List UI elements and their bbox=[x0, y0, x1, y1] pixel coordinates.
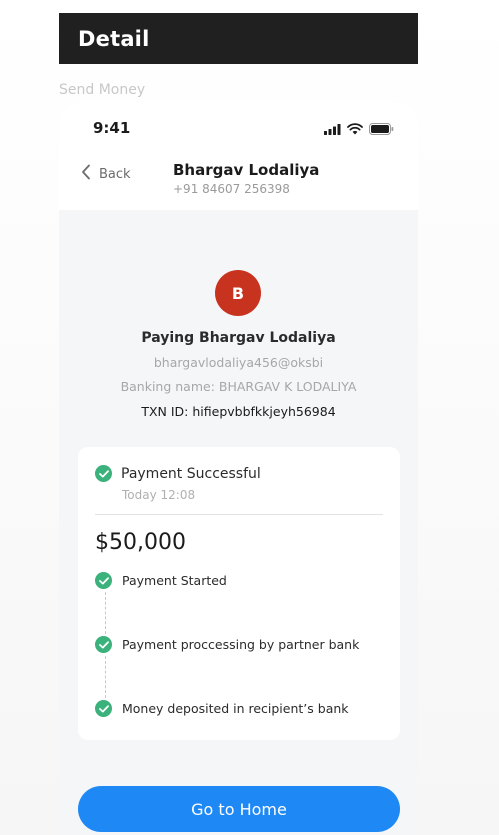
chevron-left-icon bbox=[81, 164, 91, 184]
avatar: B bbox=[215, 270, 261, 316]
timeline-step: Payment Started bbox=[95, 572, 227, 589]
upi-id: bhargavlodaliya456@oksbi bbox=[153, 355, 324, 370]
phone-screen: 9:41 Back Bhargav Lodaliya +91 84607 256… bbox=[59, 102, 418, 835]
timeline-connector bbox=[105, 656, 106, 698]
timeline-step: Money deposited in recipient’s bank bbox=[95, 700, 349, 717]
signal-icon bbox=[324, 120, 341, 139]
back-button[interactable]: Back bbox=[81, 164, 131, 184]
payment-status-time: Today 12:08 bbox=[122, 488, 196, 502]
header-bar: Detail bbox=[59, 13, 418, 64]
check-circle-icon bbox=[95, 700, 112, 717]
banking-name: Banking name: BHARGAV K LODALIYA bbox=[120, 379, 357, 394]
contact-name: Bhargav Lodaliya bbox=[173, 161, 320, 179]
check-circle-icon bbox=[95, 572, 112, 589]
wifi-icon bbox=[347, 120, 363, 139]
payment-status-row: Payment Successful bbox=[95, 465, 261, 482]
timeline-connector bbox=[105, 592, 106, 634]
back-label: Back bbox=[99, 166, 131, 182]
divider bbox=[95, 514, 383, 515]
payment-amount: $50,000 bbox=[95, 530, 186, 555]
timeline-step-label: Payment proccessing by partner bank bbox=[122, 637, 360, 652]
status-bar-icons bbox=[324, 120, 394, 139]
transaction-id: TXN ID: hifiepvbbfkkjeyh56984 bbox=[141, 404, 336, 419]
payment-status-label: Payment Successful bbox=[121, 465, 261, 482]
page-title: Detail bbox=[78, 26, 150, 51]
timeline-step-label: Money deposited in recipient’s bank bbox=[122, 701, 349, 716]
status-bar-time: 9:41 bbox=[93, 119, 131, 137]
battery-icon bbox=[369, 120, 394, 139]
check-circle-icon bbox=[95, 636, 112, 653]
paying-text: Paying Bhargav Lodaliya bbox=[141, 330, 336, 346]
section-label: Send Money bbox=[59, 82, 146, 98]
contact-phone: +91 84607 256398 bbox=[173, 182, 290, 196]
timeline-step-label: Payment Started bbox=[122, 573, 227, 588]
timeline-step: Payment proccessing by partner bank bbox=[95, 636, 359, 653]
payment-status-card: Payment Successful Today 12:08 $50,000 P… bbox=[78, 447, 400, 740]
go-to-home-button[interactable]: Go to Home bbox=[78, 786, 400, 832]
phone-header: 9:41 Back Bhargav Lodaliya +91 84607 256… bbox=[59, 102, 418, 210]
check-circle-icon bbox=[95, 465, 112, 482]
